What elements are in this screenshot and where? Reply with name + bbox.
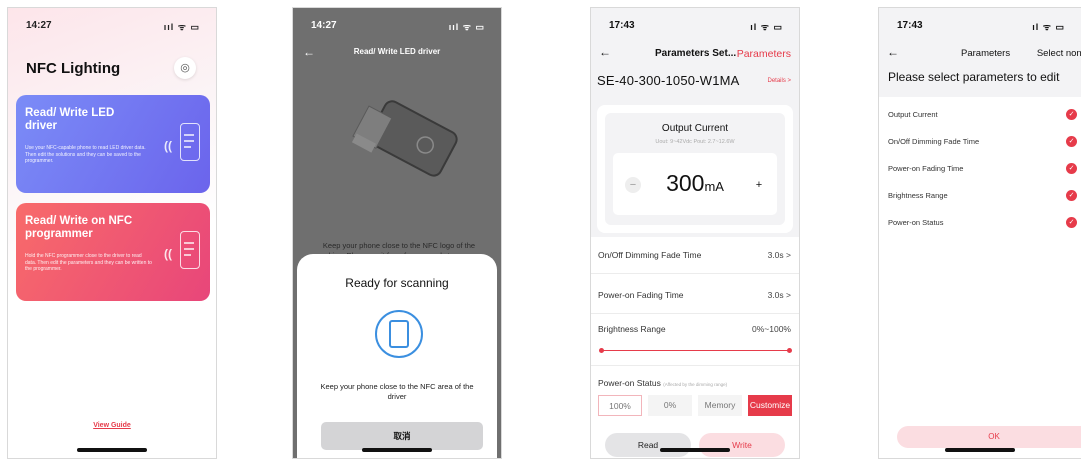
list-item[interactable]: Output Current (888, 110, 938, 119)
row-label: Brightness Range (598, 324, 666, 334)
output-current-title: Output Current (661, 123, 729, 134)
read-write-nfc-programmer-card[interactable]: Read/ Write on NFC programmer Hold the N… (16, 203, 210, 301)
brightness-range-slider[interactable] (598, 348, 792, 353)
scan-screen: 14:27 ııl ᯤ ▭ ← Read/ Write LED driver K… (292, 7, 502, 459)
status-icons: ıl ᯤ ▭ (750, 22, 783, 32)
check-icon[interactable]: ✓ (1066, 217, 1077, 228)
current-unit: mA (704, 179, 724, 194)
output-current-stepper: − 300mA + (613, 153, 777, 215)
select-parameters-screen: 17:43 ıl ᯤ ▭ ← Parameters Select none Pl… (878, 7, 1081, 459)
status-bar: 14:27 ııl ᯤ ▭ (8, 8, 216, 36)
option-memory[interactable]: Memory (698, 395, 742, 416)
read-write-led-driver-card[interactable]: Read/ Write LED driver Use your NFC-capa… (16, 95, 210, 193)
check-icon[interactable]: ✓ (1066, 163, 1077, 174)
parameters-link[interactable]: Parameters (737, 48, 791, 60)
read-button[interactable]: Read (605, 433, 691, 457)
status-icons: ııl ᯤ ▭ (448, 22, 485, 32)
check-icon[interactable]: ✓ (1066, 136, 1077, 147)
home-screen: 14:27 ııl ᯤ ▭ NFC Lighting ◎ Read/ Write… (7, 7, 217, 459)
page-title: Read/ Write LED driver (353, 47, 441, 56)
list-item[interactable]: Power-on Fading Time (888, 164, 963, 173)
parameter-select-list: Output Current ✓ On/Off Dimming Fade Tim… (879, 97, 1081, 458)
home-indicator (77, 448, 147, 452)
list-item[interactable]: Brightness Range (888, 191, 948, 200)
divider (591, 365, 799, 366)
row-power-on-fading-time[interactable]: Power-on Fading Time 3.0s > (598, 290, 791, 300)
cancel-button[interactable]: 取消 (321, 422, 483, 450)
back-arrow-icon[interactable]: ← (887, 45, 899, 59)
home-indicator (660, 448, 730, 452)
phone-icon (180, 123, 200, 161)
option-100-percent[interactable]: 100% (598, 395, 642, 416)
page-title: Parameters (961, 48, 1011, 59)
card-description: Use your NFC-capable phone to read LED d… (25, 145, 146, 164)
sheet-description: Keep your phone close to the NFC area of… (320, 382, 474, 401)
label-text: Power-on Status (598, 378, 661, 388)
model-number: SE-40-300-1050-W1MA (597, 73, 740, 88)
phone-icon (180, 231, 200, 269)
output-current-panel: Output Current Uout: 9~42Vdc Pout: 2.7~1… (605, 113, 785, 225)
row-value: 3.0s > (767, 290, 791, 300)
option-0-percent[interactable]: 0% (648, 395, 692, 416)
row-value: 3.0s > (767, 250, 791, 260)
divider (591, 313, 799, 314)
view-guide-link[interactable]: View Guide (8, 422, 216, 429)
home-indicator (362, 448, 432, 452)
nfc-phone-icon (375, 310, 423, 358)
status-time: 14:27 (26, 20, 52, 31)
power-on-status-label: Power-on Status (Affected by the dimming… (598, 378, 727, 388)
nfc-wave-icon: (( (164, 139, 172, 153)
card-title: Read/ Write on NFC programmer (25, 215, 133, 240)
status-time: 17:43 (609, 20, 635, 31)
sheet-title: Ready for scanning (345, 276, 449, 290)
list-item[interactable]: Power-on Status (888, 218, 943, 227)
divider (591, 273, 799, 274)
select-none-button[interactable]: Select none (1037, 48, 1081, 59)
row-value: 0%~100% (752, 324, 791, 334)
range-max-handle[interactable] (786, 348, 792, 353)
label-hint: (Affected by the dimming range) (663, 382, 728, 387)
status-bar: 17:43 ıl ᯤ ▭ (879, 8, 1081, 36)
row-brightness-range: Brightness Range 0%~100% (598, 324, 791, 334)
option-customize[interactable]: Customize (748, 395, 792, 416)
details-link[interactable]: Details > (767, 78, 791, 84)
current-number: 300 (666, 170, 705, 196)
ok-button[interactable]: OK (897, 426, 1081, 448)
home-indicator (945, 448, 1015, 452)
card-title: Read/ Write LED driver (25, 107, 115, 132)
nfc-wave-icon: (( (164, 247, 172, 261)
section-heading: Please select parameters to edit (888, 70, 1060, 84)
check-icon[interactable]: ✓ (1066, 109, 1077, 120)
row-label: Power-on Fading Time (598, 290, 684, 300)
settings-icon[interactable]: ◎ (174, 57, 196, 79)
status-time: 14:27 (311, 20, 337, 31)
status-bar: 14:27 ııl ᯤ ▭ (293, 8, 501, 36)
increase-button[interactable]: + (751, 177, 767, 193)
page-title: NFC Lighting (26, 60, 121, 77)
phone-scanning-driver-illustration (351, 100, 458, 177)
scan-bottom-sheet: Ready for scanning Keep your phone close… (297, 254, 497, 458)
status-bar: 17:43 ıl ᯤ ▭ (591, 8, 799, 36)
status-time: 17:43 (897, 20, 923, 31)
check-icon[interactable]: ✓ (1066, 190, 1077, 201)
status-icons: ıl ᯤ ▭ (1032, 22, 1065, 32)
parameter-list: On/Off Dimming Fade Time 3.0s > Power-on… (591, 237, 799, 458)
row-label: On/Off Dimming Fade Time (598, 250, 702, 260)
card-description: Hold the NFC programmer close to the dri… (25, 253, 152, 272)
back-arrow-icon[interactable]: ← (599, 45, 611, 59)
parameters-screen: 17:43 ıl ᯤ ▭ ← Parameters Set... Paramet… (590, 7, 800, 459)
range-min-handle[interactable] (598, 348, 604, 353)
status-icons: ııl ᯤ ▭ (163, 22, 200, 32)
output-current-range: Uout: 9~42Vdc Pout: 2.7~12.6W (655, 139, 735, 145)
write-button[interactable]: Write (699, 433, 785, 457)
row-dimming-fade-time[interactable]: On/Off Dimming Fade Time 3.0s > (598, 250, 791, 260)
page-title: Parameters Set... (655, 48, 737, 59)
list-item[interactable]: On/Off Dimming Fade Time (888, 137, 979, 146)
output-current-card: Output Current Uout: 9~42Vdc Pout: 2.7~1… (597, 105, 793, 233)
